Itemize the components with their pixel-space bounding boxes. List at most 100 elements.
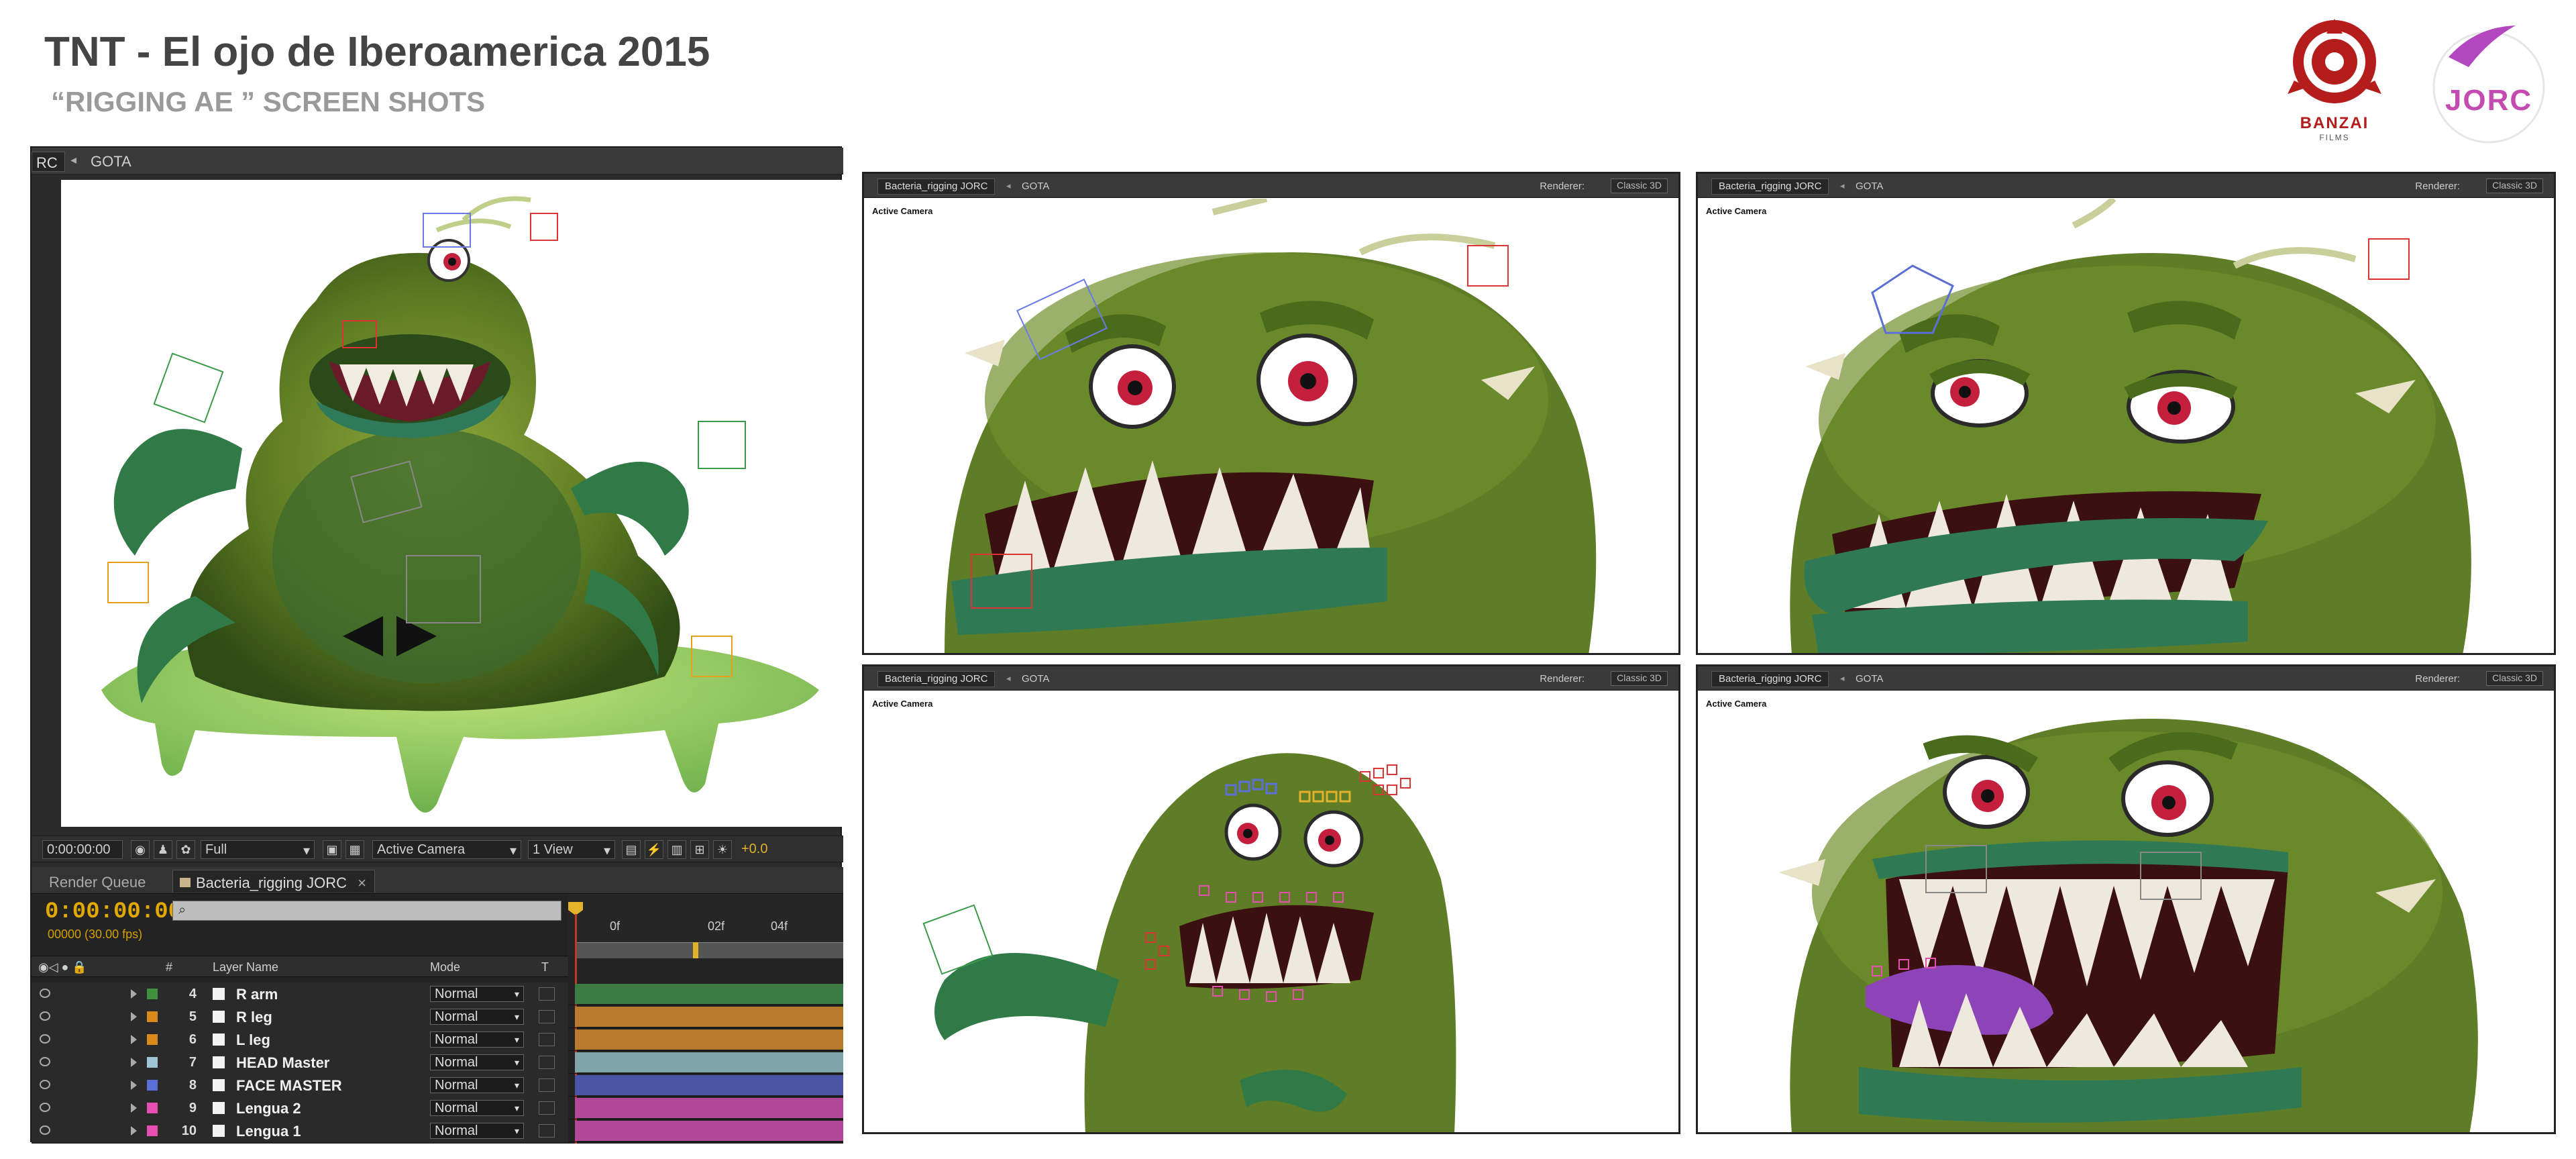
tab-render-queue[interactable]: Render Queue: [41, 870, 154, 893]
transparency-grid-icon[interactable]: ▦: [345, 840, 364, 859]
close-tab-icon[interactable]: ×: [358, 874, 366, 891]
layer-row[interactable]: 9 Lengua 2 Normal ▾: [32, 1097, 843, 1119]
expand-triangle-icon[interactable]: [131, 1103, 137, 1113]
preserve-transparency-toggle[interactable]: [539, 1078, 555, 1092]
blend-mode-select[interactable]: Normal ▾: [430, 1077, 524, 1093]
expand-triangle-icon[interactable]: [131, 1126, 137, 1136]
video-visibility-eye-icon[interactable]: [40, 989, 50, 998]
layer-row[interactable]: 6 L leg Normal ▾: [32, 1028, 843, 1051]
expand-triangle-icon[interactable]: [131, 989, 137, 999]
expand-triangle-icon[interactable]: [131, 1080, 137, 1090]
comp-breadcrumb[interactable]: GOTA: [1022, 673, 1049, 685]
comp-flowchart-icon[interactable]: ⊞: [690, 840, 709, 859]
comp-breadcrumb[interactable]: GOTA: [1022, 181, 1049, 192]
renderer-button[interactable]: Classic 3D: [1611, 671, 1668, 686]
av-features-icon[interactable]: ◉◁ ● 🔒: [38, 960, 87, 974]
label-color-swatch[interactable]: [147, 1080, 158, 1091]
composition-tab[interactable]: Bacteria_rigging JORC: [877, 179, 996, 195]
layer-name[interactable]: HEAD Master: [236, 1054, 329, 1072]
layer-duration-bar[interactable]: [575, 984, 843, 1004]
col-trackmatte[interactable]: T: [541, 960, 549, 974]
layer-duration-bar[interactable]: [575, 1052, 843, 1072]
composition-tab[interactable]: Bacteria_rigging JORC: [1711, 179, 1829, 195]
layer-duration-bar[interactable]: [575, 1098, 843, 1118]
preserve-transparency-toggle[interactable]: [539, 1056, 555, 1069]
composition-tab[interactable]: Bacteria_rigging JORC: [877, 671, 996, 687]
expand-triangle-icon[interactable]: [131, 1012, 137, 1021]
blend-mode-select[interactable]: Normal ▾: [430, 1123, 524, 1139]
camera-select[interactable]: Active Camera ▾: [372, 840, 521, 859]
work-area-bar[interactable]: [575, 942, 843, 958]
viewer-panel-4[interactable]: Bacteria_rigging JORC ◂ GOTA Renderer: C…: [1696, 664, 2556, 1134]
reset-exposure-icon[interactable]: ☀: [713, 840, 732, 859]
preserve-transparency-toggle[interactable]: [539, 1033, 555, 1046]
tab-arrow-icon[interactable]: ◂: [1840, 181, 1845, 191]
label-color-swatch[interactable]: [147, 1057, 158, 1068]
renderer-button[interactable]: Classic 3D: [2486, 179, 2543, 193]
tab-composition[interactable]: Bacteria_rigging JORC ×: [172, 870, 375, 893]
layer-name[interactable]: L leg: [236, 1031, 270, 1049]
col-layer-name[interactable]: Layer Name: [213, 960, 278, 974]
col-mode[interactable]: Mode: [430, 960, 460, 974]
tab-arrow-icon[interactable]: ◂: [1006, 673, 1011, 684]
renderer-button[interactable]: Classic 3D: [2486, 671, 2543, 686]
blend-mode-select[interactable]: Normal ▾: [430, 1031, 524, 1048]
resolution-select[interactable]: Full ▾: [201, 840, 315, 859]
viewer-panel-1[interactable]: Bacteria_rigging JORC ◂ GOTA Renderer: C…: [862, 172, 1680, 655]
channels-icon[interactable]: ✿: [176, 840, 195, 859]
video-visibility-eye-icon[interactable]: [40, 1034, 50, 1044]
video-visibility-eye-icon[interactable]: [40, 1125, 50, 1135]
layer-name[interactable]: Lengua 1: [236, 1123, 301, 1140]
layer-name[interactable]: Lengua 2: [236, 1100, 301, 1117]
blend-mode-select[interactable]: Normal ▾: [430, 1009, 524, 1025]
layer-row[interactable]: 10 Lengua 1 Normal ▾: [32, 1119, 843, 1142]
preserve-transparency-toggle[interactable]: [539, 987, 555, 1001]
timeline-timecode[interactable]: 0:00:00:00: [45, 899, 182, 925]
composition-tab[interactable]: RC: [32, 152, 65, 172]
blend-mode-select[interactable]: Normal ▾: [430, 1054, 524, 1070]
preserve-transparency-toggle[interactable]: [539, 1101, 555, 1115]
layer-duration-bar[interactable]: [575, 1029, 843, 1050]
video-visibility-eye-icon[interactable]: [40, 1011, 50, 1021]
layer-row[interactable]: 5 R leg Normal ▾: [32, 1005, 843, 1028]
layer-name[interactable]: R leg: [236, 1009, 272, 1026]
video-visibility-eye-icon[interactable]: [40, 1103, 50, 1112]
composition-tab[interactable]: Bacteria_rigging JORC: [1711, 671, 1829, 687]
comp-breadcrumb[interactable]: GOTA: [1856, 181, 1883, 192]
tab-arrow-icon[interactable]: ◂: [70, 153, 76, 167]
current-time-display[interactable]: 0:00:00:00: [42, 840, 123, 859]
tab-arrow-icon[interactable]: ◂: [1840, 673, 1845, 684]
expand-triangle-icon[interactable]: [131, 1058, 137, 1067]
preserve-transparency-toggle[interactable]: [539, 1124, 555, 1138]
layer-name[interactable]: FACE MASTER: [236, 1077, 342, 1095]
fast-previews-icon[interactable]: ⚡: [645, 840, 663, 859]
label-color-swatch[interactable]: [147, 989, 158, 999]
layer-row[interactable]: 7 HEAD Master Normal ▾: [32, 1051, 843, 1074]
viewer-panel-3[interactable]: Bacteria_rigging JORC ◂ GOTA Renderer: C…: [862, 664, 1680, 1134]
expand-triangle-icon[interactable]: [131, 1035, 137, 1044]
video-visibility-eye-icon[interactable]: [40, 1057, 50, 1066]
layer-name[interactable]: R arm: [236, 986, 278, 1003]
comp-breadcrumb[interactable]: GOTA: [91, 153, 131, 170]
show-snapshot-icon[interactable]: ♟: [154, 840, 172, 859]
toggle-pixel-aspect-icon[interactable]: ▤: [622, 840, 641, 859]
timeline-icon[interactable]: ▥: [667, 840, 686, 859]
video-visibility-eye-icon[interactable]: [40, 1080, 50, 1089]
label-color-swatch[interactable]: [147, 1034, 158, 1045]
work-area-end-handle[interactable]: [693, 942, 698, 958]
label-color-swatch[interactable]: [147, 1011, 158, 1022]
label-color-swatch[interactable]: [147, 1125, 158, 1136]
comp-breadcrumb[interactable]: GOTA: [1856, 673, 1883, 685]
layer-duration-bar[interactable]: [575, 1007, 843, 1027]
region-of-interest-icon[interactable]: ▣: [323, 840, 341, 859]
viewer-panel-2[interactable]: Bacteria_rigging JORC ◂ GOTA Renderer: C…: [1696, 172, 2556, 655]
camera-snapshot-icon[interactable]: ◉: [131, 840, 150, 859]
view-layout-select[interactable]: 1 View ▾: [528, 840, 615, 859]
layer-duration-bar[interactable]: [575, 1075, 843, 1095]
blend-mode-select[interactable]: Normal ▾: [430, 1100, 524, 1116]
exposure-value[interactable]: +0.0: [737, 840, 784, 859]
layer-duration-bar[interactable]: [575, 1121, 843, 1141]
blend-mode-select[interactable]: Normal ▾: [430, 986, 524, 1002]
tab-arrow-icon[interactable]: ◂: [1006, 181, 1011, 191]
layer-row[interactable]: 4 R arm Normal ▾: [32, 982, 843, 1005]
